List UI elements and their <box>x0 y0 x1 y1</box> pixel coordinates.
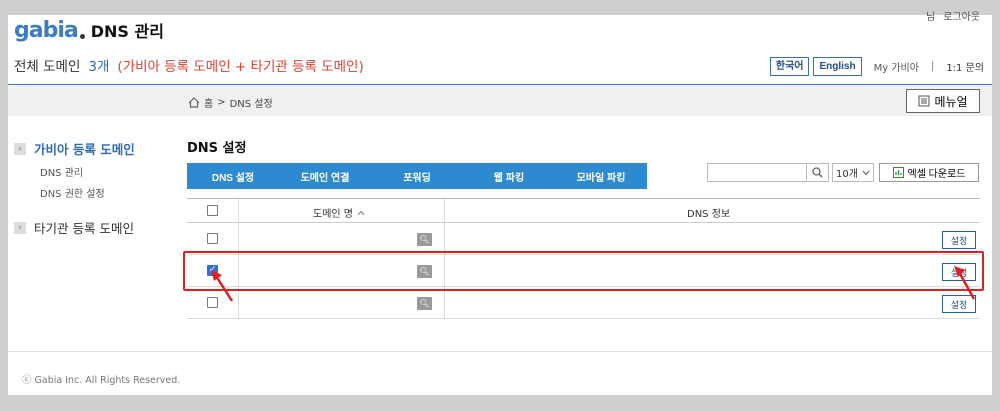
manual-label: 메뉴얼 <box>934 94 968 109</box>
row-checkbox[interactable]: ✓ <box>207 265 218 276</box>
sidebar-item-dns-manage[interactable]: DNS 관리 <box>40 164 184 179</box>
mobile-parking-button[interactable]: 모바일 파킹 <box>555 163 647 189</box>
summary-note: (가비아 등록 도메인 + 타기관 등록 도메인) <box>117 59 364 75</box>
forwarding-button[interactable]: 포워딩 <box>371 163 463 189</box>
breadcrumb-bar: 홈 > DNS 설정 메뉴얼 <box>8 86 992 116</box>
row-checkbox[interactable] <box>207 297 218 308</box>
row-checkbox[interactable] <box>207 233 218 244</box>
domain-table: 도메인 명 DNS 정보 🔍︎ 설정 ✓ 🔍︎ 설정 🔍︎ 설정 <box>187 198 980 319</box>
chevron-right-icon: › <box>14 221 26 234</box>
domain-summary: 전체 도메인 3개 (가비아 등록 도메인 + 타기관 등록 도메인) <box>14 55 364 75</box>
search-input[interactable] <box>707 163 807 182</box>
column-divider <box>238 255 239 286</box>
excel-download-button[interactable]: 엑셀 다운로드 <box>879 163 979 182</box>
sidebar: › 가비아 등록 도메인 DNS 관리 DNS 권한 설정 › 타기관 등록 도… <box>14 139 184 237</box>
chevron-down-icon <box>862 170 870 175</box>
table-row: 🔍︎ 설정 <box>187 287 980 319</box>
logout-link[interactable]: 로그아웃 <box>943 8 980 23</box>
row-setting-button[interactable]: 설정 <box>942 295 976 313</box>
top-header: gabia DNS 관리 님 로그아웃 전체 도메인 3개 (가비아 등록 도메… <box>8 12 992 85</box>
my-gabia-link[interactable]: My 가비아 <box>874 59 919 74</box>
language-nav: 한국어 English My 가비아 | 1:1 문의 <box>769 57 984 76</box>
home-icon[interactable] <box>188 97 200 108</box>
search-icon[interactable]: 🔍︎ <box>417 297 432 310</box>
breadcrumb: 홈 > DNS 설정 <box>188 95 273 110</box>
column-divider <box>444 255 445 286</box>
column-header-domain[interactable]: 도메인 명 <box>313 205 365 220</box>
column-divider <box>444 223 445 254</box>
domain-header-label: 도메인 명 <box>313 209 353 220</box>
search-icon[interactable]: 🔍︎ <box>417 265 432 278</box>
document-icon <box>918 95 930 107</box>
sidebar-group-label: 가비아 등록 도메인 <box>34 142 135 157</box>
sidebar-group-label: 타기관 등록 도메인 <box>34 221 134 236</box>
logo-area: gabia DNS 관리 <box>14 15 164 45</box>
table-row: ✓ 🔍︎ 설정 <box>187 255 980 287</box>
user-name: 님 <box>925 12 936 23</box>
sidebar-group-other[interactable]: › 타기관 등록 도메인 <box>14 218 184 237</box>
sidebar-item-dns-permission[interactable]: DNS 권한 설정 <box>40 185 184 200</box>
column-divider <box>444 199 445 222</box>
table-row: 🔍︎ 설정 <box>187 223 980 255</box>
footer-copyright: ⓒ Gabia Inc. All Rights Reserved. <box>22 375 181 386</box>
page-title: DNS 설정 <box>187 141 247 156</box>
search-icon[interactable]: 🔍︎ <box>417 233 432 246</box>
column-divider <box>238 223 239 254</box>
breadcrumb-home[interactable]: 홈 <box>204 95 213 110</box>
column-divider <box>444 287 445 318</box>
inquiry-link[interactable]: 1:1 문의 <box>946 59 984 74</box>
toolbar: DNS 설정 도메인 연결 포워딩 웹 파킹 모바일 파킹 10개 엑셀 다운로… <box>187 163 980 189</box>
breadcrumb-sep: > <box>217 97 226 108</box>
excel-label: 엑셀 다운로드 <box>907 169 966 180</box>
page-size-select[interactable]: 10개 <box>832 163 874 182</box>
logo-dot <box>79 33 85 39</box>
breadcrumb-current: DNS 설정 <box>229 99 273 110</box>
search-icon <box>812 167 823 178</box>
excel-icon <box>892 167 904 178</box>
sort-up-icon[interactable] <box>357 210 365 216</box>
domain-count: 3개 <box>88 59 110 75</box>
column-divider <box>238 199 239 222</box>
column-header-dns: DNS 정보 <box>687 209 731 220</box>
footer-divider <box>8 351 992 352</box>
lang-korean-button[interactable]: 한국어 <box>769 57 810 76</box>
nav-separator: | <box>930 61 935 72</box>
gabia-logo[interactable]: gabia <box>14 18 79 43</box>
dns-setting-button[interactable]: DNS 설정 <box>187 163 279 189</box>
sidebar-group-gabia[interactable]: › 가비아 등록 도메인 <box>14 139 184 158</box>
summary-label: 전체 도메인 <box>14 59 81 75</box>
domain-connect-button[interactable]: 도메인 연결 <box>279 163 371 189</box>
page-frame: gabia DNS 관리 님 로그아웃 전체 도메인 3개 (가비아 등록 도메… <box>8 12 992 395</box>
web-parking-button[interactable]: 웹 파킹 <box>463 163 555 189</box>
user-menu: 님 로그아웃 <box>926 8 980 23</box>
search-button[interactable] <box>807 163 829 182</box>
manual-button[interactable]: 메뉴얼 <box>906 89 980 113</box>
main-content: DNS 설정 DNS 설정 도메인 연결 포워딩 웹 파킹 모바일 파킹 10개… <box>187 137 980 189</box>
chevron-right-icon: › <box>14 142 26 155</box>
page-size-value: 10개 <box>836 169 858 180</box>
row-setting-button[interactable]: 설정 <box>942 263 976 281</box>
row-setting-button[interactable]: 설정 <box>942 231 976 249</box>
lang-english-button[interactable]: English <box>813 57 862 76</box>
app-title: DNS 관리 <box>90 22 164 41</box>
table-header: 도메인 명 DNS 정보 <box>187 199 980 223</box>
column-divider <box>238 287 239 318</box>
select-all-checkbox[interactable] <box>207 205 218 216</box>
